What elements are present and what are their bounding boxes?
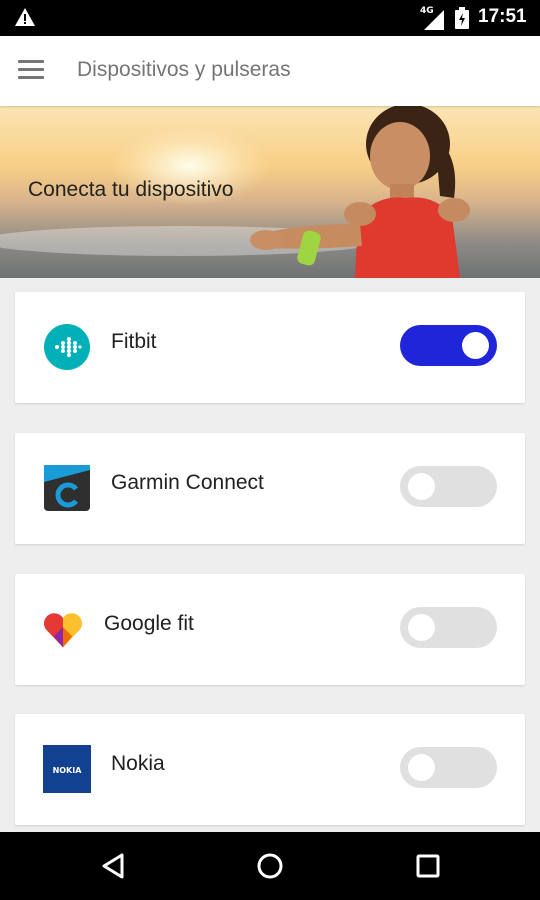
hero-banner: Conecta tu dispositivo <box>0 106 540 278</box>
nokia-logo-text: NOKIA <box>53 766 83 775</box>
signal-icon <box>424 10 444 30</box>
device-card-fitbit: Fitbit <box>15 292 525 403</box>
device-name: Fitbit <box>111 330 157 353</box>
nokia-toggle[interactable] <box>400 747 497 788</box>
page-title: Dispositivos y pulseras <box>77 58 291 81</box>
device-card-nokia: NOKIA Nokia <box>15 714 525 825</box>
device-name: Garmin Connect <box>111 471 264 494</box>
fitbit-logo <box>44 324 90 370</box>
hamburger-menu-icon[interactable] <box>18 60 44 82</box>
fitbit-toggle[interactable] <box>400 325 497 366</box>
warning-icon <box>15 8 35 26</box>
home-icon[interactable] <box>252 848 288 884</box>
recents-icon[interactable] <box>410 848 446 884</box>
garmin-connect-logo <box>44 465 90 511</box>
toggle-thumb <box>408 473 435 500</box>
toggle-thumb <box>462 332 489 359</box>
device-card-google-fit: Google fit <box>15 574 525 685</box>
device-name: Google fit <box>104 612 194 635</box>
nokia-logo: NOKIA <box>43 745 91 793</box>
back-icon[interactable] <box>96 848 132 884</box>
status-bar: 4G 17:51 <box>0 0 540 36</box>
device-name: Nokia <box>111 752 165 775</box>
hero-person-illustration <box>250 106 470 278</box>
app-bar: Dispositivos y pulseras <box>0 36 540 106</box>
google-fit-logo <box>43 613 83 648</box>
google-fit-toggle[interactable] <box>400 607 497 648</box>
toggle-thumb <box>408 754 435 781</box>
system-nav-bar <box>0 832 540 900</box>
status-time: 17:51 <box>478 6 527 27</box>
device-card-garmin: Garmin Connect <box>15 433 525 544</box>
toggle-thumb <box>408 614 435 641</box>
battery-icon <box>455 7 469 29</box>
garmin-connect-toggle[interactable] <box>400 466 497 507</box>
hero-title: Conecta tu dispositivo <box>28 178 234 201</box>
